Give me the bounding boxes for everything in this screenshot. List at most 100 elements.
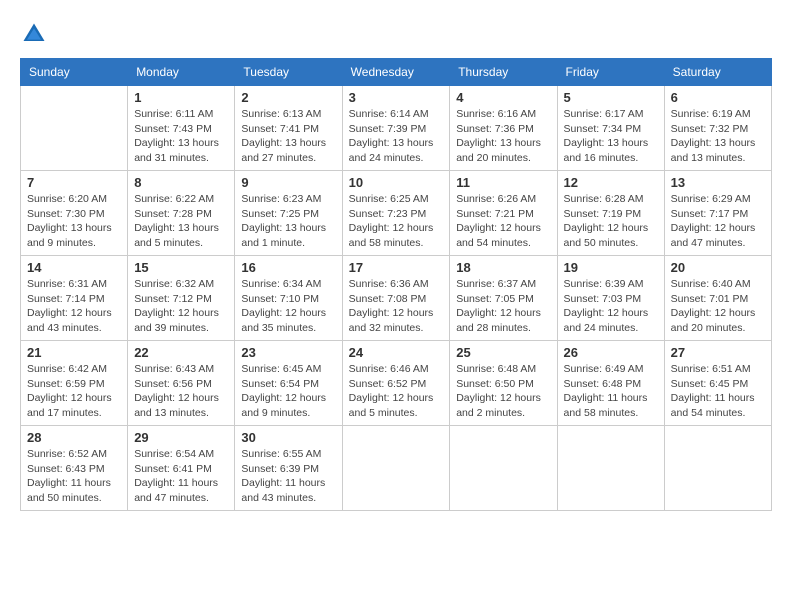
day-number: 16 [241, 260, 335, 275]
calendar-cell: 12Sunrise: 6:28 AMSunset: 7:19 PMDayligh… [557, 171, 664, 256]
calendar-cell: 11 Sunrise: 6:26 AMSunset: 7:21 PMDayligh… [450, 171, 557, 256]
calendar-cell: 19Sunrise: 6:39 AMSunset: 7:03 PMDayligh… [557, 256, 664, 341]
calendar-cell: 13 Sunrise: 6:29 AMSunset: 7:17 PMDayligh… [664, 171, 771, 256]
day-info: Sunrise: 6:16 AMSunset: 7:36 PMDaylight:… [456, 107, 550, 166]
weekday-header: Saturday [664, 59, 771, 86]
calendar-cell: 10 Sunrise: 6:25 AMSunset: 7:23 PMDayligh… [342, 171, 450, 256]
day-info: Sunrise: 6:32 AMSunset: 7:12 PMDaylight:… [134, 277, 228, 336]
day-info: Sunrise: 6:55 AMSunset: 6:39 PMDaylight:… [241, 447, 335, 506]
calendar-cell: 21 Sunrise: 6:42 AMSunset: 6:59 PMDayligh… [21, 341, 128, 426]
calendar-cell [450, 426, 557, 511]
calendar-cell: 1 Sunrise: 6:11 AMSunset: 7:43 PMDaylight… [128, 86, 235, 171]
calendar-cell [342, 426, 450, 511]
day-info: Sunrise: 6:17 AMSunset: 7:34 PMDaylight:… [564, 107, 658, 166]
calendar-cell: 24 Sunrise: 6:46 AMSunset: 6:52 PMDayligh… [342, 341, 450, 426]
day-info: Sunrise: 6:40 AMSunset: 7:01 PMDaylight:… [671, 277, 765, 336]
calendar-cell: 4 Sunrise: 6:16 AMSunset: 7:36 PMDaylight… [450, 86, 557, 171]
calendar-cell: 15 Sunrise: 6:32 AMSunset: 7:12 PMDayligh… [128, 256, 235, 341]
day-number: 13 [671, 175, 765, 190]
day-number: 8 [134, 175, 228, 190]
day-info: Sunrise: 6:25 AMSunset: 7:23 PMDaylight:… [349, 192, 444, 251]
calendar-cell: 5 Sunrise: 6:17 AMSunset: 7:34 PMDaylight… [557, 86, 664, 171]
calendar-cell: 22Sunrise: 6:43 AMSunset: 6:56 PMDayligh… [128, 341, 235, 426]
calendar-cell: 28Sunrise: 6:52 AMSunset: 6:43 PMDayligh… [21, 426, 128, 511]
calendar-cell: 6Sunrise: 6:19 AMSunset: 7:32 PMDaylight… [664, 86, 771, 171]
day-info: Sunrise: 6:14 AMSunset: 7:39 PMDaylight:… [349, 107, 444, 166]
weekday-header: Thursday [450, 59, 557, 86]
day-info: Sunrise: 6:13 AMSunset: 7:41 PMDaylight:… [241, 107, 335, 166]
calendar-week-row: 21 Sunrise: 6:42 AMSunset: 6:59 PMDayligh… [21, 341, 772, 426]
weekday-header: Tuesday [235, 59, 342, 86]
day-number: 14 [27, 260, 121, 275]
day-info: Sunrise: 6:42 AMSunset: 6:59 PMDaylight:… [27, 362, 121, 421]
day-info: Sunrise: 6:28 AMSunset: 7:19 PMDaylight:… [564, 192, 658, 251]
calendar-cell: 18 Sunrise: 6:37 AMSunset: 7:05 PMDayligh… [450, 256, 557, 341]
calendar-cell: 2 Sunrise: 6:13 AMSunset: 7:41 PMDaylight… [235, 86, 342, 171]
calendar: SundayMondayTuesdayWednesdayThursdayFrid… [20, 58, 772, 511]
day-info: Sunrise: 6:11 AMSunset: 7:43 PMDaylight:… [134, 107, 228, 166]
day-number: 1 [134, 90, 228, 105]
calendar-cell: 9 Sunrise: 6:23 AMSunset: 7:25 PMDaylight… [235, 171, 342, 256]
calendar-cell: 20Sunrise: 6:40 AMSunset: 7:01 PMDayligh… [664, 256, 771, 341]
calendar-cell: 14Sunrise: 6:31 AMSunset: 7:14 PMDayligh… [21, 256, 128, 341]
weekday-header: Sunday [21, 59, 128, 86]
day-info: Sunrise: 6:36 AMSunset: 7:08 PMDaylight:… [349, 277, 444, 336]
day-number: 4 [456, 90, 550, 105]
calendar-cell [21, 86, 128, 171]
day-number: 18 [456, 260, 550, 275]
day-number: 2 [241, 90, 335, 105]
calendar-cell [664, 426, 771, 511]
calendar-cell: 30 Sunrise: 6:55 AMSunset: 6:39 PMDayligh… [235, 426, 342, 511]
day-number: 17 [349, 260, 444, 275]
day-info: Sunrise: 6:49 AMSunset: 6:48 PMDaylight:… [564, 362, 658, 421]
day-number: 24 [349, 345, 444, 360]
day-info: Sunrise: 6:52 AMSunset: 6:43 PMDaylight:… [27, 447, 121, 506]
day-info: Sunrise: 6:51 AMSunset: 6:45 PMDaylight:… [671, 362, 765, 421]
day-number: 5 [564, 90, 658, 105]
calendar-cell: 27 Sunrise: 6:51 AMSunset: 6:45 PMDayligh… [664, 341, 771, 426]
calendar-cell [557, 426, 664, 511]
calendar-week-row: 7Sunrise: 6:20 AMSunset: 7:30 PMDaylight… [21, 171, 772, 256]
day-number: 23 [241, 345, 335, 360]
day-info: Sunrise: 6:29 AMSunset: 7:17 PMDaylight:… [671, 192, 765, 251]
day-number: 25 [456, 345, 550, 360]
calendar-week-row: 1 Sunrise: 6:11 AMSunset: 7:43 PMDaylight… [21, 86, 772, 171]
calendar-cell: 3 Sunrise: 6:14 AMSunset: 7:39 PMDaylight… [342, 86, 450, 171]
calendar-cell: 8Sunrise: 6:22 AMSunset: 7:28 PMDaylight… [128, 171, 235, 256]
weekday-header-row: SundayMondayTuesdayWednesdayThursdayFrid… [21, 59, 772, 86]
day-info: Sunrise: 6:45 AMSunset: 6:54 PMDaylight:… [241, 362, 335, 421]
day-number: 29 [134, 430, 228, 445]
page-header [20, 20, 772, 48]
logo-icon [20, 20, 48, 48]
weekday-header: Wednesday [342, 59, 450, 86]
day-info: Sunrise: 6:19 AMSunset: 7:32 PMDaylight:… [671, 107, 765, 166]
calendar-cell: 29 Sunrise: 6:54 AMSunset: 6:41 PMDayligh… [128, 426, 235, 511]
day-number: 9 [241, 175, 335, 190]
weekday-header: Monday [128, 59, 235, 86]
day-number: 21 [27, 345, 121, 360]
weekday-header: Friday [557, 59, 664, 86]
logo [20, 20, 52, 48]
calendar-cell: 23 Sunrise: 6:45 AMSunset: 6:54 PMDayligh… [235, 341, 342, 426]
day-info: Sunrise: 6:48 AMSunset: 6:50 PMDaylight:… [456, 362, 550, 421]
day-number: 11 [456, 175, 550, 190]
day-info: Sunrise: 6:54 AMSunset: 6:41 PMDaylight:… [134, 447, 228, 506]
calendar-cell: 16 Sunrise: 6:34 AMSunset: 7:10 PMDayligh… [235, 256, 342, 341]
day-info: Sunrise: 6:23 AMSunset: 7:25 PMDaylight:… [241, 192, 335, 251]
day-info: Sunrise: 6:39 AMSunset: 7:03 PMDaylight:… [564, 277, 658, 336]
day-number: 30 [241, 430, 335, 445]
day-number: 22 [134, 345, 228, 360]
day-info: Sunrise: 6:34 AMSunset: 7:10 PMDaylight:… [241, 277, 335, 336]
calendar-cell: 25 Sunrise: 6:48 AMSunset: 6:50 PMDayligh… [450, 341, 557, 426]
day-info: Sunrise: 6:26 AMSunset: 7:21 PMDaylight:… [456, 192, 550, 251]
calendar-cell: 17 Sunrise: 6:36 AMSunset: 7:08 PMDayligh… [342, 256, 450, 341]
day-info: Sunrise: 6:46 AMSunset: 6:52 PMDaylight:… [349, 362, 444, 421]
calendar-cell: 7Sunrise: 6:20 AMSunset: 7:30 PMDaylight… [21, 171, 128, 256]
day-info: Sunrise: 6:37 AMSunset: 7:05 PMDaylight:… [456, 277, 550, 336]
day-number: 26 [564, 345, 658, 360]
day-number: 3 [349, 90, 444, 105]
calendar-week-row: 14Sunrise: 6:31 AMSunset: 7:14 PMDayligh… [21, 256, 772, 341]
day-number: 15 [134, 260, 228, 275]
day-number: 27 [671, 345, 765, 360]
day-number: 10 [349, 175, 444, 190]
